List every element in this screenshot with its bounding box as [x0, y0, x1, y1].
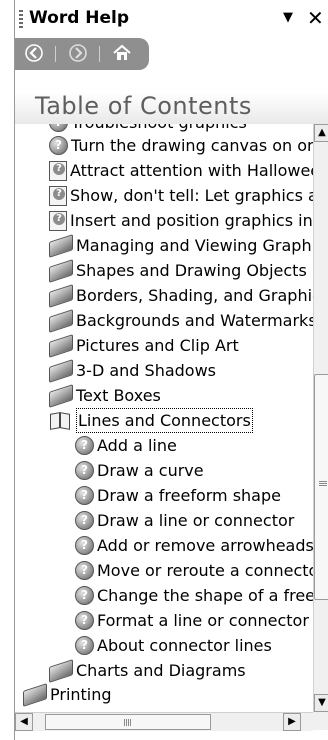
- toc-item-label: Printing: [50, 685, 112, 704]
- grip-icon: [319, 481, 327, 487]
- back-button[interactable]: [23, 43, 45, 65]
- toc-item-label: Managing and Viewing Graphics: [76, 236, 315, 255]
- toc-book[interactable]: Backgrounds and Watermarks: [49, 308, 315, 333]
- forward-button[interactable]: [67, 43, 89, 65]
- toc-item-label: Draw a curve: [97, 461, 204, 480]
- help-topic-icon: ?: [75, 436, 94, 455]
- closed-book-icon: [49, 383, 73, 408]
- toc-topic[interactable]: ? Draw a freeform shape: [75, 483, 281, 508]
- toc-topic[interactable]: ? About connector lines: [75, 633, 272, 658]
- horizontal-scroll-thumb[interactable]: [45, 714, 211, 730]
- toc-book[interactable]: Charts and Diagrams: [49, 658, 246, 683]
- help-topic-icon: ?: [75, 611, 94, 630]
- closed-book-icon: [49, 258, 73, 283]
- scroll-right-button[interactable]: ▶: [283, 713, 301, 731]
- toc-topic[interactable]: ? Move or reroute a connecto: [75, 558, 315, 583]
- toc-article[interactable]: Attract attention with Hallowee: [49, 158, 315, 183]
- toc-book[interactable]: Managing and Viewing Graphics: [49, 233, 315, 258]
- toc-topic[interactable]: ? Change the shape of a free: [75, 583, 315, 608]
- title-bar: Word Help ▼ ✕: [15, 0, 328, 38]
- horizontal-scrollbar[interactable]: ◀ ▶: [15, 712, 313, 731]
- scrollbar-corner: [313, 712, 328, 730]
- toc-topic[interactable]: ? Format a line or connector: [75, 608, 309, 633]
- back-arrow-icon: [25, 44, 43, 62]
- help-topic-icon: ?: [75, 636, 94, 655]
- closed-book-icon: [49, 283, 73, 308]
- toc-tree: ? Troubleshoot graphics ? Turn the drawi…: [15, 124, 315, 711]
- gripper-icon[interactable]: [19, 10, 23, 28]
- toc-item-label: Lines and Connectors: [76, 408, 253, 433]
- toolbar-separator: [55, 46, 56, 62]
- help-document-icon: [49, 210, 67, 231]
- toc-header: Table of Contents: [15, 92, 328, 124]
- vertical-scrollbar[interactable]: ▲ ▼: [313, 124, 328, 712]
- toc-item-label: 3-D and Shadows: [76, 361, 217, 380]
- toc-topic[interactable]: ? Add or remove arrowheads: [75, 533, 314, 558]
- grip-icon: [124, 719, 132, 726]
- scroll-down-button[interactable]: ▼: [314, 694, 328, 712]
- toc-item-label: Insert and position graphics in ': [70, 211, 315, 230]
- toc-item-label: Attract attention with Hallowee: [70, 161, 315, 180]
- toc-book[interactable]: Shapes and Drawing Objects: [49, 258, 307, 283]
- help-topic-icon: ?: [75, 511, 94, 530]
- toc-article[interactable]: Insert and position graphics in ': [49, 208, 315, 233]
- help-topic-icon: ?: [75, 486, 94, 505]
- toc-item-label: Turn the drawing canvas on or: [71, 136, 314, 155]
- toolbar-separator: [99, 46, 100, 62]
- closed-book-icon: [49, 233, 73, 258]
- help-topic-icon: ?: [49, 136, 68, 155]
- help-topic-icon: ?: [49, 124, 68, 132]
- close-button[interactable]: ✕: [307, 6, 324, 30]
- toc-item-label: About connector lines: [97, 636, 272, 655]
- toc-item-label: Move or reroute a connecto: [97, 561, 315, 580]
- help-topic-icon: ?: [75, 586, 94, 605]
- scroll-left-button[interactable]: ◀: [15, 713, 33, 731]
- closed-book-icon: [49, 333, 73, 358]
- closed-book-icon: [49, 358, 73, 383]
- toc-item-label: Shapes and Drawing Objects: [76, 261, 307, 280]
- toc-topic[interactable]: ? Add a line: [75, 433, 177, 458]
- toc-book[interactable]: Text Boxes: [49, 383, 161, 408]
- toc-book[interactable]: Printing: [23, 682, 112, 707]
- vertical-scroll-thumb[interactable]: [314, 374, 328, 600]
- toc-topic[interactable]: ? Draw a line or connector: [75, 508, 294, 533]
- closed-book-icon: [23, 682, 47, 707]
- home-icon: [113, 44, 131, 60]
- toc-item-label: Change the shape of a free: [97, 586, 315, 605]
- forward-arrow-icon: [69, 44, 87, 62]
- toc-item-label: Draw a line or connector: [97, 511, 295, 530]
- toc-title: Table of Contents: [35, 92, 252, 120]
- toc-item-label: Backgrounds and Watermarks: [76, 311, 315, 330]
- toc-topic[interactable]: ? Draw a curve: [75, 458, 204, 483]
- toc-item-label: Charts and Diagrams: [76, 661, 246, 680]
- toc-book-expanded[interactable]: Lines and Connectors: [49, 408, 253, 433]
- closed-book-icon: [49, 658, 73, 683]
- toc-item-label: Borders, Shading, and Graphic: [76, 286, 315, 305]
- help-topic-icon: ?: [75, 561, 94, 580]
- navigation-toolbar: [15, 38, 149, 70]
- toc-book[interactable]: Borders, Shading, and Graphic: [49, 283, 315, 308]
- closed-book-icon: [49, 308, 73, 333]
- help-topic-icon: ?: [75, 536, 94, 555]
- toc-topic[interactable]: ? Turn the drawing canvas on or: [49, 133, 314, 158]
- toc-item-label: Format a line or connector: [97, 611, 309, 630]
- open-book-icon: [49, 411, 73, 431]
- help-document-icon: [49, 185, 67, 206]
- toc-item-label: Add or remove arrowheads: [97, 536, 314, 555]
- pane-title: Word Help: [29, 8, 130, 28]
- home-button[interactable]: [111, 43, 133, 65]
- toc-item-label: Text Boxes: [76, 386, 161, 405]
- toc-book[interactable]: Pictures and Clip Art: [49, 333, 239, 358]
- help-document-icon: [49, 160, 67, 181]
- help-task-pane: Word Help ▼ ✕ Table of Contents ? Turn t…: [14, 0, 328, 740]
- toc-item-label: Show, don't tell: Let graphics a: [70, 186, 315, 205]
- toc-item-label: Pictures and Clip Art: [76, 336, 239, 355]
- toc-item-label: Draw a freeform shape: [97, 486, 281, 505]
- toc-article[interactable]: Show, don't tell: Let graphics a: [49, 183, 315, 208]
- help-topic-icon: ?: [75, 461, 94, 480]
- scroll-up-button[interactable]: ▲: [314, 124, 328, 142]
- toc-book[interactable]: 3-D and Shadows: [49, 358, 216, 383]
- pane-menu-dropdown[interactable]: ▼: [283, 10, 293, 25]
- toc-item-label: Add a line: [97, 436, 177, 455]
